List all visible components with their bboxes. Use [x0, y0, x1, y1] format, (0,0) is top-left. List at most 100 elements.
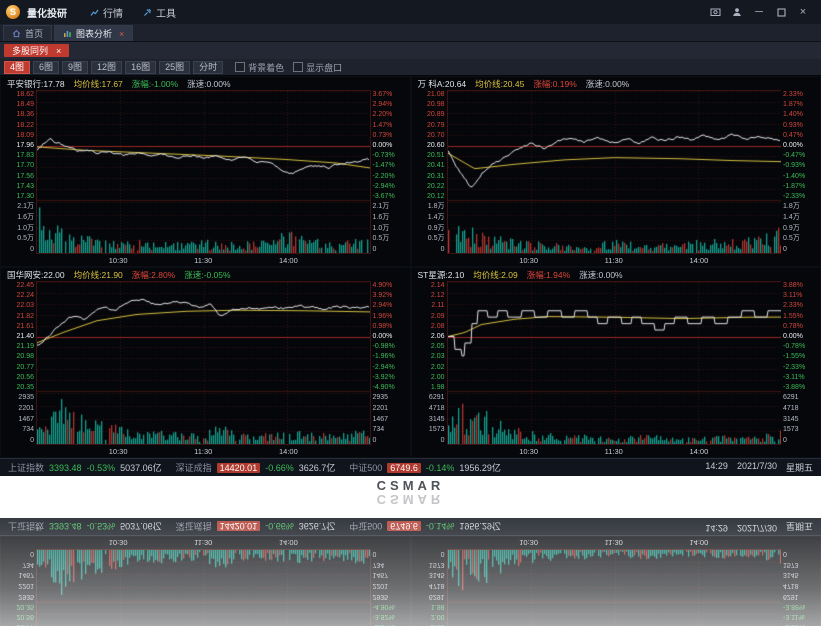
- time-axis: 10:3011:3014:00: [33, 445, 374, 457]
- volume-tick: 2.1万: [373, 203, 409, 210]
- volume-tick: 3145: [783, 416, 819, 423]
- volume-axis-left: 2.1万1.6万1.0万0.5万0: [2, 203, 34, 253]
- pct-axis-right: 4.90%3.92%2.94%1.96%0.98%0.00%-0.98%-1.9…: [373, 282, 409, 391]
- intraday-chart-canvas[interactable]: [448, 91, 781, 253]
- chart-body: 22.4522.2422.0321.8221.6121.4021.1920.98…: [1, 281, 410, 445]
- index-name: 中证500: [349, 520, 382, 533]
- toolbar-checkbox[interactable]: 背景着色: [235, 61, 284, 74]
- price-tick: 2.11: [413, 302, 445, 309]
- chart-header: 平安银行:17.78 均价线:17.67 涨幅:-1.00% 涨速:0.00%: [1, 77, 410, 90]
- volume-axis-left: 2935220114677340: [2, 550, 34, 600]
- menu-quotes[interactable]: 行情: [81, 2, 132, 23]
- pct-tick: -1.87%: [783, 183, 819, 190]
- time-now: 14:29: [705, 461, 728, 474]
- minimize-icon[interactable]: ─: [753, 6, 765, 18]
- volume-tick: 1573: [783, 561, 819, 568]
- menu-tools[interactable]: 工具: [134, 2, 185, 23]
- user-icon[interactable]: [731, 6, 743, 18]
- layout-button[interactable]: 9图: [62, 61, 88, 74]
- price-tick: 20.51: [413, 152, 445, 159]
- volume-tick: 734: [2, 426, 34, 433]
- menu-tools-label: 工具: [156, 5, 176, 20]
- volume-tick: 0: [413, 246, 445, 253]
- toolbar-checkbox[interactable]: 显示盘口: [293, 61, 342, 74]
- layout-buttons: 4图6图9图12图16图25图分时: [4, 61, 223, 74]
- price-tick: 21.40: [2, 333, 34, 340]
- capture-icon[interactable]: [709, 6, 721, 18]
- maximize-icon[interactable]: [775, 6, 787, 18]
- pct-tick: 0.98%: [373, 323, 409, 330]
- pct-tick: -2.94%: [373, 364, 409, 371]
- pct-tick: -3.88%: [783, 384, 819, 391]
- chart-grid: 平安银行:17.78 均价线:17.67 涨幅:-1.00% 涨速:0.00% …: [0, 76, 821, 458]
- intraday-chart-canvas[interactable]: [37, 91, 370, 253]
- pct-tick: -0.78%: [783, 343, 819, 350]
- volume-tick: 2201: [2, 405, 34, 412]
- pct-tick: -2.33%: [783, 193, 819, 200]
- tab-chart-analysis[interactable]: 图表分析 ×: [54, 25, 133, 41]
- subtab-close-icon[interactable]: ×: [56, 46, 61, 56]
- avg-price: 均价线:17.67: [74, 78, 123, 90]
- price-tick: 20.60: [413, 142, 445, 149]
- volume-tick: 0: [373, 550, 409, 557]
- volume-tick: 6291: [783, 593, 819, 600]
- layout-button[interactable]: 6图: [33, 61, 59, 74]
- pct-tick: -2.20%: [373, 173, 409, 180]
- layout-button[interactable]: 4图: [4, 61, 30, 74]
- plot-area: [447, 90, 782, 254]
- index-change: -0.14%: [426, 463, 455, 473]
- chart-body: 22.4522.2422.0321.8221.6121.4021.1920.98…: [1, 549, 410, 626]
- app-window: S 量化投研 行情 工具 ─: [0, 0, 821, 476]
- tab-bar: 首页 图表分析 ×: [0, 24, 821, 42]
- price-tick: 1.98: [413, 384, 445, 391]
- layout-button[interactable]: 25图: [159, 61, 190, 74]
- pct-tick: 2.33%: [783, 91, 819, 98]
- intraday-chart-canvas[interactable]: [37, 282, 370, 444]
- brand-logo: CSMAR: [0, 479, 821, 493]
- volume-tick: 1573: [413, 561, 445, 568]
- chart-toolbar: 4图6图9图12图16图25图分时 背景着色显示盘口: [0, 59, 821, 76]
- pct-tick: -0.98%: [373, 343, 409, 350]
- layout-button[interactable]: 12图: [91, 61, 122, 74]
- pct-tick: -3.11%: [783, 613, 819, 620]
- layout-button[interactable]: 16图: [125, 61, 156, 74]
- index-shenzhen[interactable]: 深证成指 14420.01 -0.66% 3626.7亿: [176, 461, 336, 474]
- volume-tick: 0.9万: [783, 225, 819, 232]
- price-axis-left: 18.6218.4918.3618.2218.0917.9617.8317.70…: [2, 91, 34, 200]
- volume-tick: 1.6万: [2, 214, 34, 221]
- tab-home[interactable]: 首页: [3, 25, 52, 41]
- stock-name-price: ST星源:2.10: [418, 269, 465, 281]
- avg-price: 均价线:21.90: [74, 269, 123, 281]
- pct-axis-right: 4.90%3.92%2.94%1.96%0.98%0.00%-0.98%-1.9…: [373, 603, 409, 626]
- price-tick: 20.41: [413, 162, 445, 169]
- stock-name-price: 国华网安:22.00: [7, 269, 65, 281]
- index-value: 6749.6: [387, 522, 421, 532]
- pct-tick: -3.67%: [373, 193, 409, 200]
- pct-tick: -2.94%: [373, 183, 409, 190]
- volume-tick: 2935: [373, 394, 409, 401]
- price-tick: 2.14: [413, 282, 445, 289]
- close-icon[interactable]: ×: [797, 6, 809, 18]
- index-change: -0.53%: [87, 463, 116, 473]
- volume-axis-left: 2935220114677340: [2, 394, 34, 444]
- chart-body: 18.6218.4918.3618.2218.0917.9617.8317.70…: [1, 90, 410, 254]
- layout-button[interactable]: 分时: [193, 61, 223, 74]
- intraday-chart-canvas[interactable]: [448, 282, 781, 444]
- price-tick: 20.70: [413, 132, 445, 139]
- volume-tick: 4718: [413, 582, 445, 589]
- window-controls: ─ ×: [709, 6, 815, 18]
- time-tick: 10:30: [109, 538, 128, 547]
- price-tick: 17.70: [2, 162, 34, 169]
- volume-tick: 1.8万: [783, 203, 819, 210]
- index-csi500[interactable]: 中证500 6749.6 -0.14% 1956.29亿: [349, 461, 501, 474]
- index-shanghai[interactable]: 上证指数 3393.48 -0.53% 5037.06亿: [8, 461, 162, 474]
- tab-close-icon[interactable]: ×: [119, 29, 124, 39]
- clock: 14:29 2021/7/30 星期五: [705, 461, 813, 474]
- index-change: -0.66%: [265, 522, 294, 532]
- chart-grid: 平安银行:17.78 均价线:17.67 涨幅:-1.00% 涨速:0.00% …: [0, 536, 821, 626]
- time-tick: 14:00: [279, 256, 298, 265]
- tab-multi-stock-grid[interactable]: 多股同列 ×: [4, 44, 69, 57]
- pct-tick: -4.90%: [373, 603, 409, 610]
- pct-axis-right: 3.88%3.11%2.33%1.55%0.78%0.00%-0.78%-1.5…: [783, 603, 819, 626]
- volume-tick: 3145: [783, 572, 819, 579]
